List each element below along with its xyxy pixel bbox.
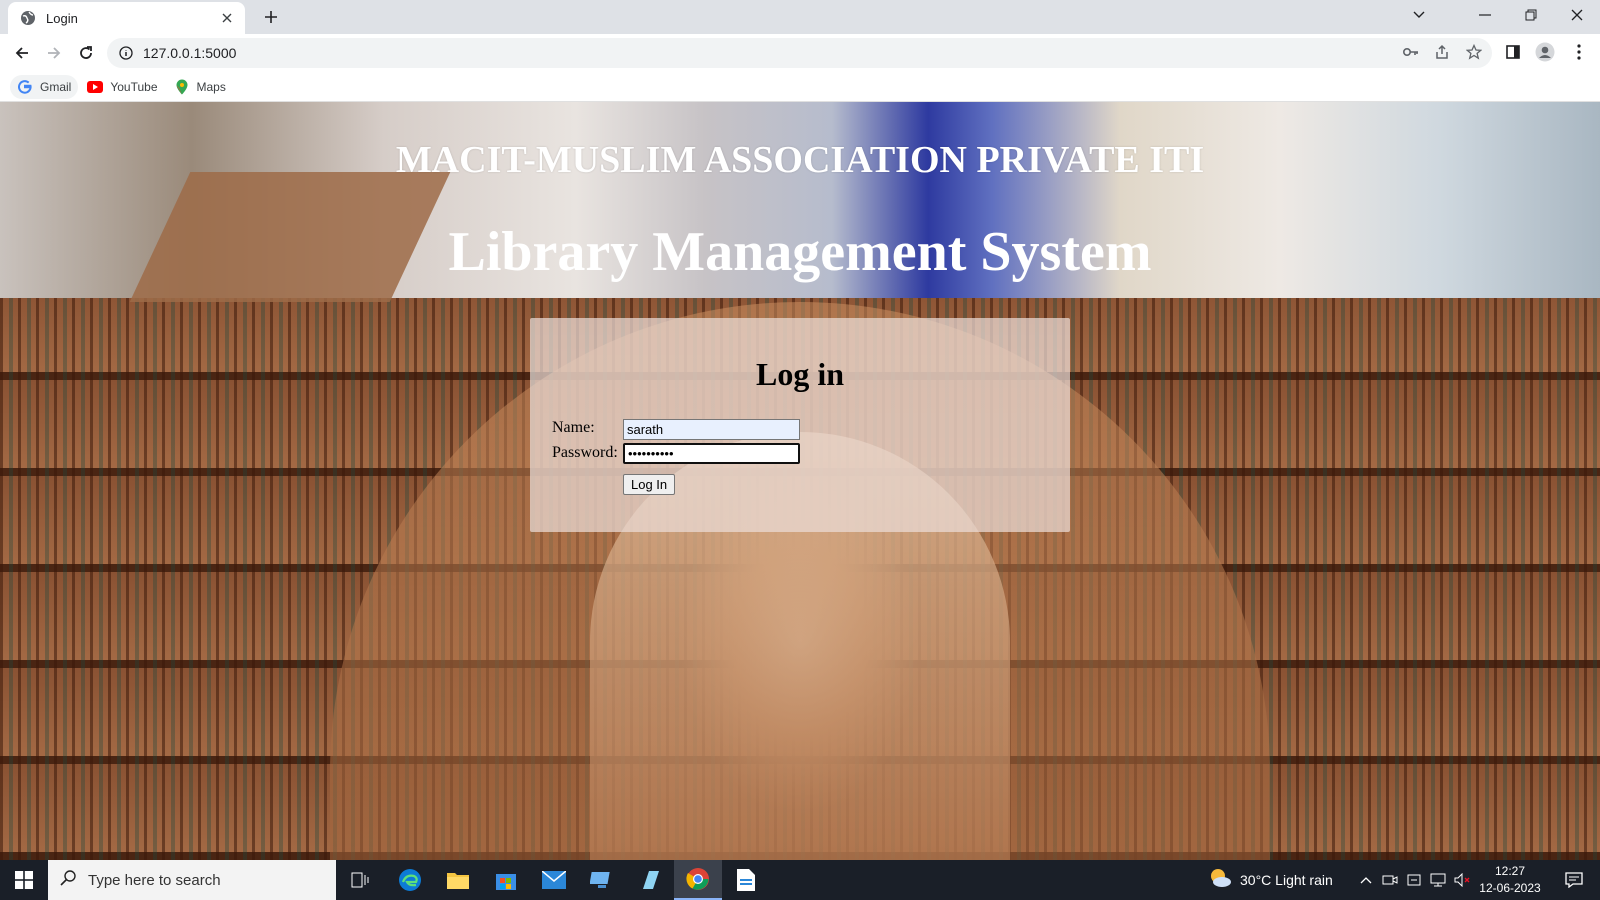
password-input[interactable]	[623, 443, 800, 464]
document-app-icon[interactable]	[722, 860, 770, 900]
chrome-icon[interactable]	[674, 860, 722, 900]
minimize-icon[interactable]	[1462, 0, 1508, 30]
more-menu-icon[interactable]	[1566, 39, 1592, 65]
tab-title: Login	[46, 10, 78, 26]
key-icon[interactable]	[1398, 39, 1424, 65]
login-button[interactable]: Log In	[623, 474, 676, 495]
bookmark-maps[interactable]: Maps	[167, 75, 233, 99]
microsoft-store-icon[interactable]	[482, 860, 530, 900]
google-icon	[17, 79, 33, 95]
tab-search-icon[interactable]	[1396, 0, 1442, 30]
weather-text: 30°C Light rain	[1240, 872, 1333, 888]
youtube-icon	[87, 79, 104, 95]
bookmarks-bar: Gmail YouTube Maps	[0, 72, 1600, 102]
browser-tab-login[interactable]: Login	[8, 2, 245, 34]
new-tab-button[interactable]	[260, 6, 282, 28]
bookmark-label: Maps	[196, 79, 226, 94]
search-icon	[60, 869, 76, 891]
close-tab-icon[interactable]	[219, 10, 235, 26]
weather-widget[interactable]: 30°C Light rain	[1208, 860, 1333, 900]
browser-toolbar: 127.0.0.1:5000	[0, 34, 1600, 72]
maps-icon	[174, 79, 190, 95]
network-icon[interactable]	[1426, 860, 1450, 900]
volume-muted-icon[interactable]	[1450, 860, 1474, 900]
share-icon[interactable]	[1429, 39, 1455, 65]
app-title: Library Management System	[448, 221, 1152, 283]
snip-tool-icon[interactable]	[626, 860, 674, 900]
notification-center-icon[interactable]	[1558, 860, 1590, 900]
name-input[interactable]	[623, 419, 800, 440]
close-window-icon[interactable]	[1554, 0, 1600, 30]
taskbar-clock[interactable]: 12:27 12-06-2023	[1472, 863, 1548, 897]
taskbar-search-placeholder: Type here to search	[88, 871, 221, 889]
show-hidden-icons-chevron-icon[interactable]	[1354, 860, 1378, 900]
side-panel-icon[interactable]	[1500, 39, 1526, 65]
password-label: Password:	[552, 444, 618, 461]
security-shield-icon[interactable]	[1402, 860, 1426, 900]
bookmark-label: YouTube	[110, 79, 158, 94]
browser-tab-strip: Login	[0, 0, 1600, 34]
bookmark-star-icon[interactable]	[1461, 39, 1487, 65]
taskbar-search-box[interactable]: Type here to search	[48, 860, 336, 900]
windows-start-icon[interactable]	[0, 860, 48, 900]
weather-rain-icon	[1208, 866, 1232, 895]
mail-icon[interactable]	[530, 860, 578, 900]
remote-desktop-icon[interactable]	[578, 860, 626, 900]
login-heading: Log in	[755, 356, 845, 392]
url-text: 127.0.0.1:5000	[143, 45, 237, 61]
edge-browser-icon[interactable]	[386, 860, 434, 900]
windows-taskbar: Type here to search 30°C Light rain 12:2…	[0, 860, 1600, 900]
clock-time: 12:27	[1494, 864, 1526, 878]
forward-arrow-icon[interactable]	[40, 39, 68, 67]
meet-now-icon[interactable]	[1378, 860, 1402, 900]
bookmark-youtube[interactable]: YouTube	[80, 75, 164, 99]
clock-date: 12-06-2023	[1479, 881, 1541, 895]
globe-icon	[20, 10, 36, 26]
login-form: Log in Name: Password: Log In	[530, 318, 1070, 532]
file-explorer-icon[interactable]	[434, 860, 482, 900]
bookmark-label: Gmail	[40, 79, 72, 94]
task-view-icon[interactable]	[336, 860, 384, 900]
site-info-icon[interactable]	[117, 44, 135, 62]
reload-icon[interactable]	[72, 39, 100, 67]
restore-icon[interactable]	[1508, 0, 1554, 30]
back-arrow-icon[interactable]	[8, 39, 36, 67]
profile-avatar-icon[interactable]	[1532, 39, 1558, 65]
bookmark-gmail[interactable]: Gmail	[10, 74, 79, 99]
page-viewport: MACIT-MUSLIM ASSOCIATION PRIVATE ITI Lib…	[0, 102, 1600, 860]
name-label: Name:	[552, 419, 595, 436]
address-bar[interactable]: 127.0.0.1:5000	[107, 38, 1492, 68]
institution-title: MACIT-MUSLIM ASSOCIATION PRIVATE ITI	[395, 139, 1205, 181]
